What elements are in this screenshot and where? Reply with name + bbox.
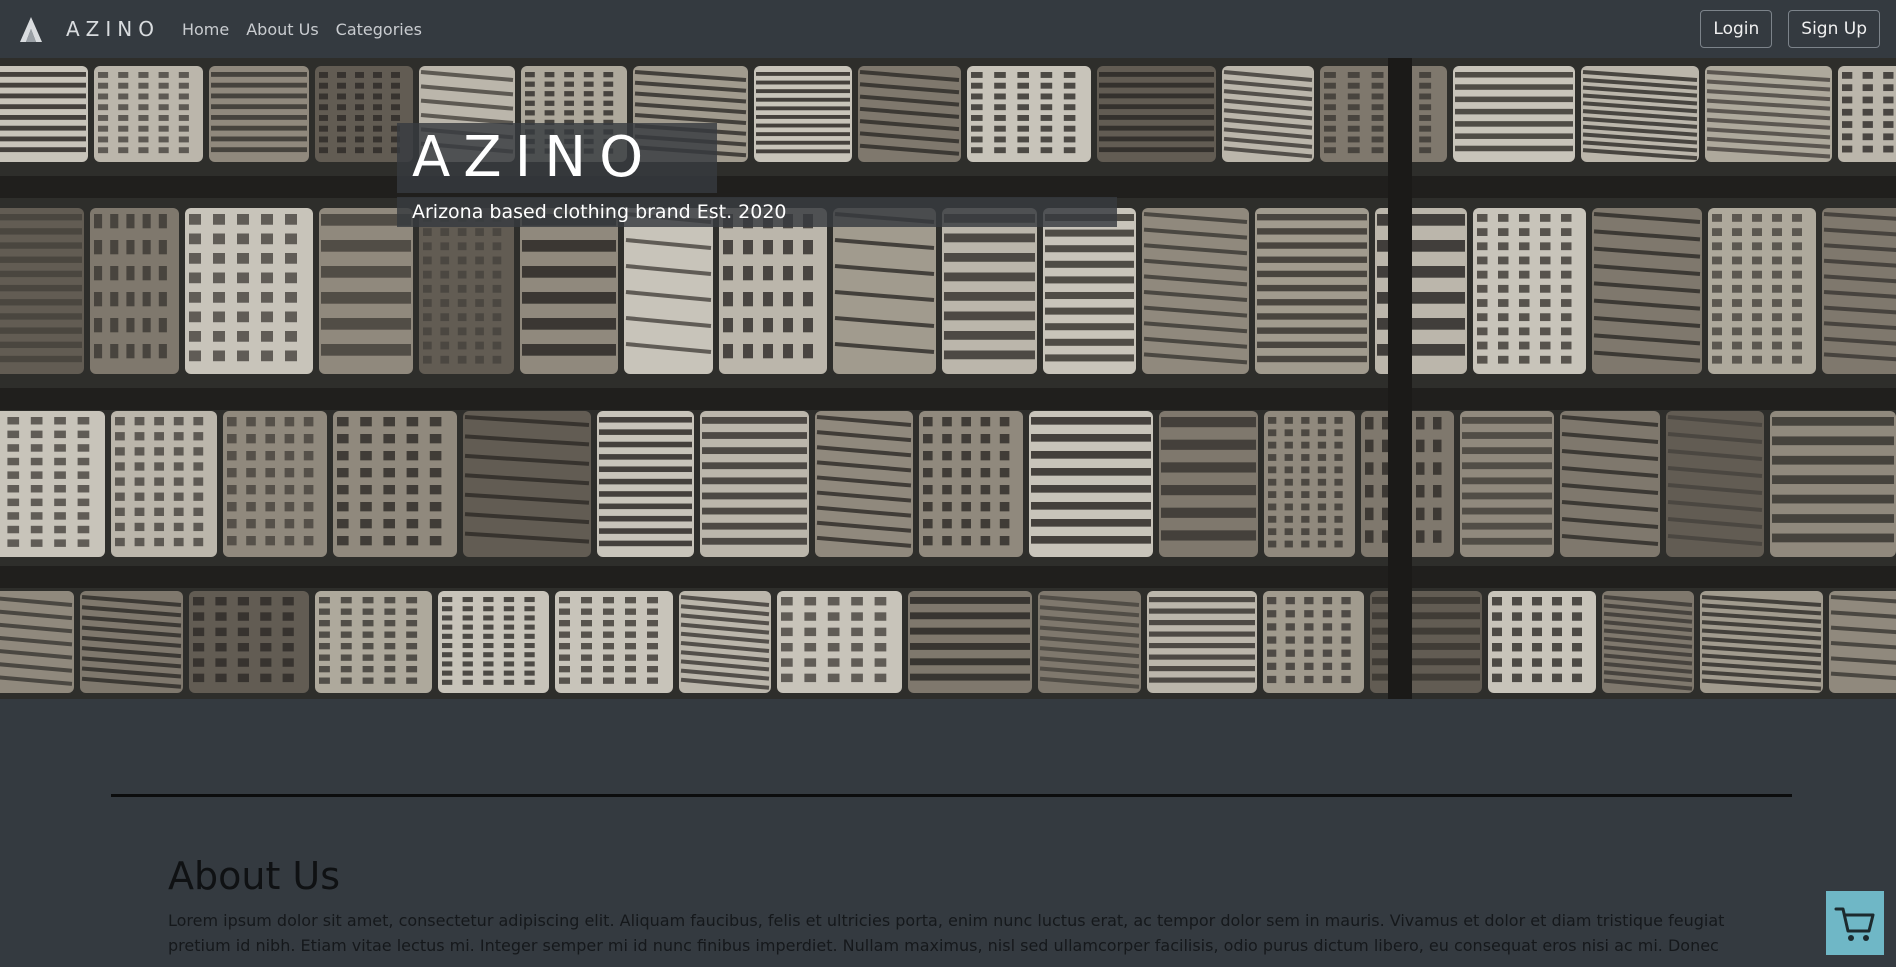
shopping-cart-icon (1834, 907, 1875, 941)
login-button[interactable]: Login (1700, 10, 1773, 48)
cart-button[interactable] (1826, 891, 1884, 955)
nav-link-about-us[interactable]: About Us (246, 20, 318, 39)
nav-link-categories[interactable]: Categories (336, 20, 422, 39)
navbar: AZINO Home About Us Categories Login Sig… (0, 0, 1896, 58)
hero-shelves-image (0, 58, 1896, 699)
nav-auth-buttons: Login Sign Up (1700, 10, 1880, 48)
hero-banner: AZINO Arizona based clothing brand Est. … (0, 58, 1896, 699)
hero-subtitle: Arizona based clothing brand Est. 2020 (412, 201, 787, 223)
azino-a-logo-icon (20, 17, 42, 42)
brand[interactable]: AZINO (16, 14, 160, 44)
hero-title: AZINO (412, 125, 657, 190)
brand-name: AZINO (66, 17, 160, 41)
about-text: Lorem ipsum dolor sit amet, consectetur … (168, 911, 1725, 955)
nav-links: Home About Us Categories (182, 20, 422, 39)
signup-button[interactable]: Sign Up (1788, 10, 1880, 48)
about-heading: About Us (168, 854, 341, 898)
section-divider (111, 794, 1792, 797)
nav-link-home[interactable]: Home (182, 20, 229, 39)
